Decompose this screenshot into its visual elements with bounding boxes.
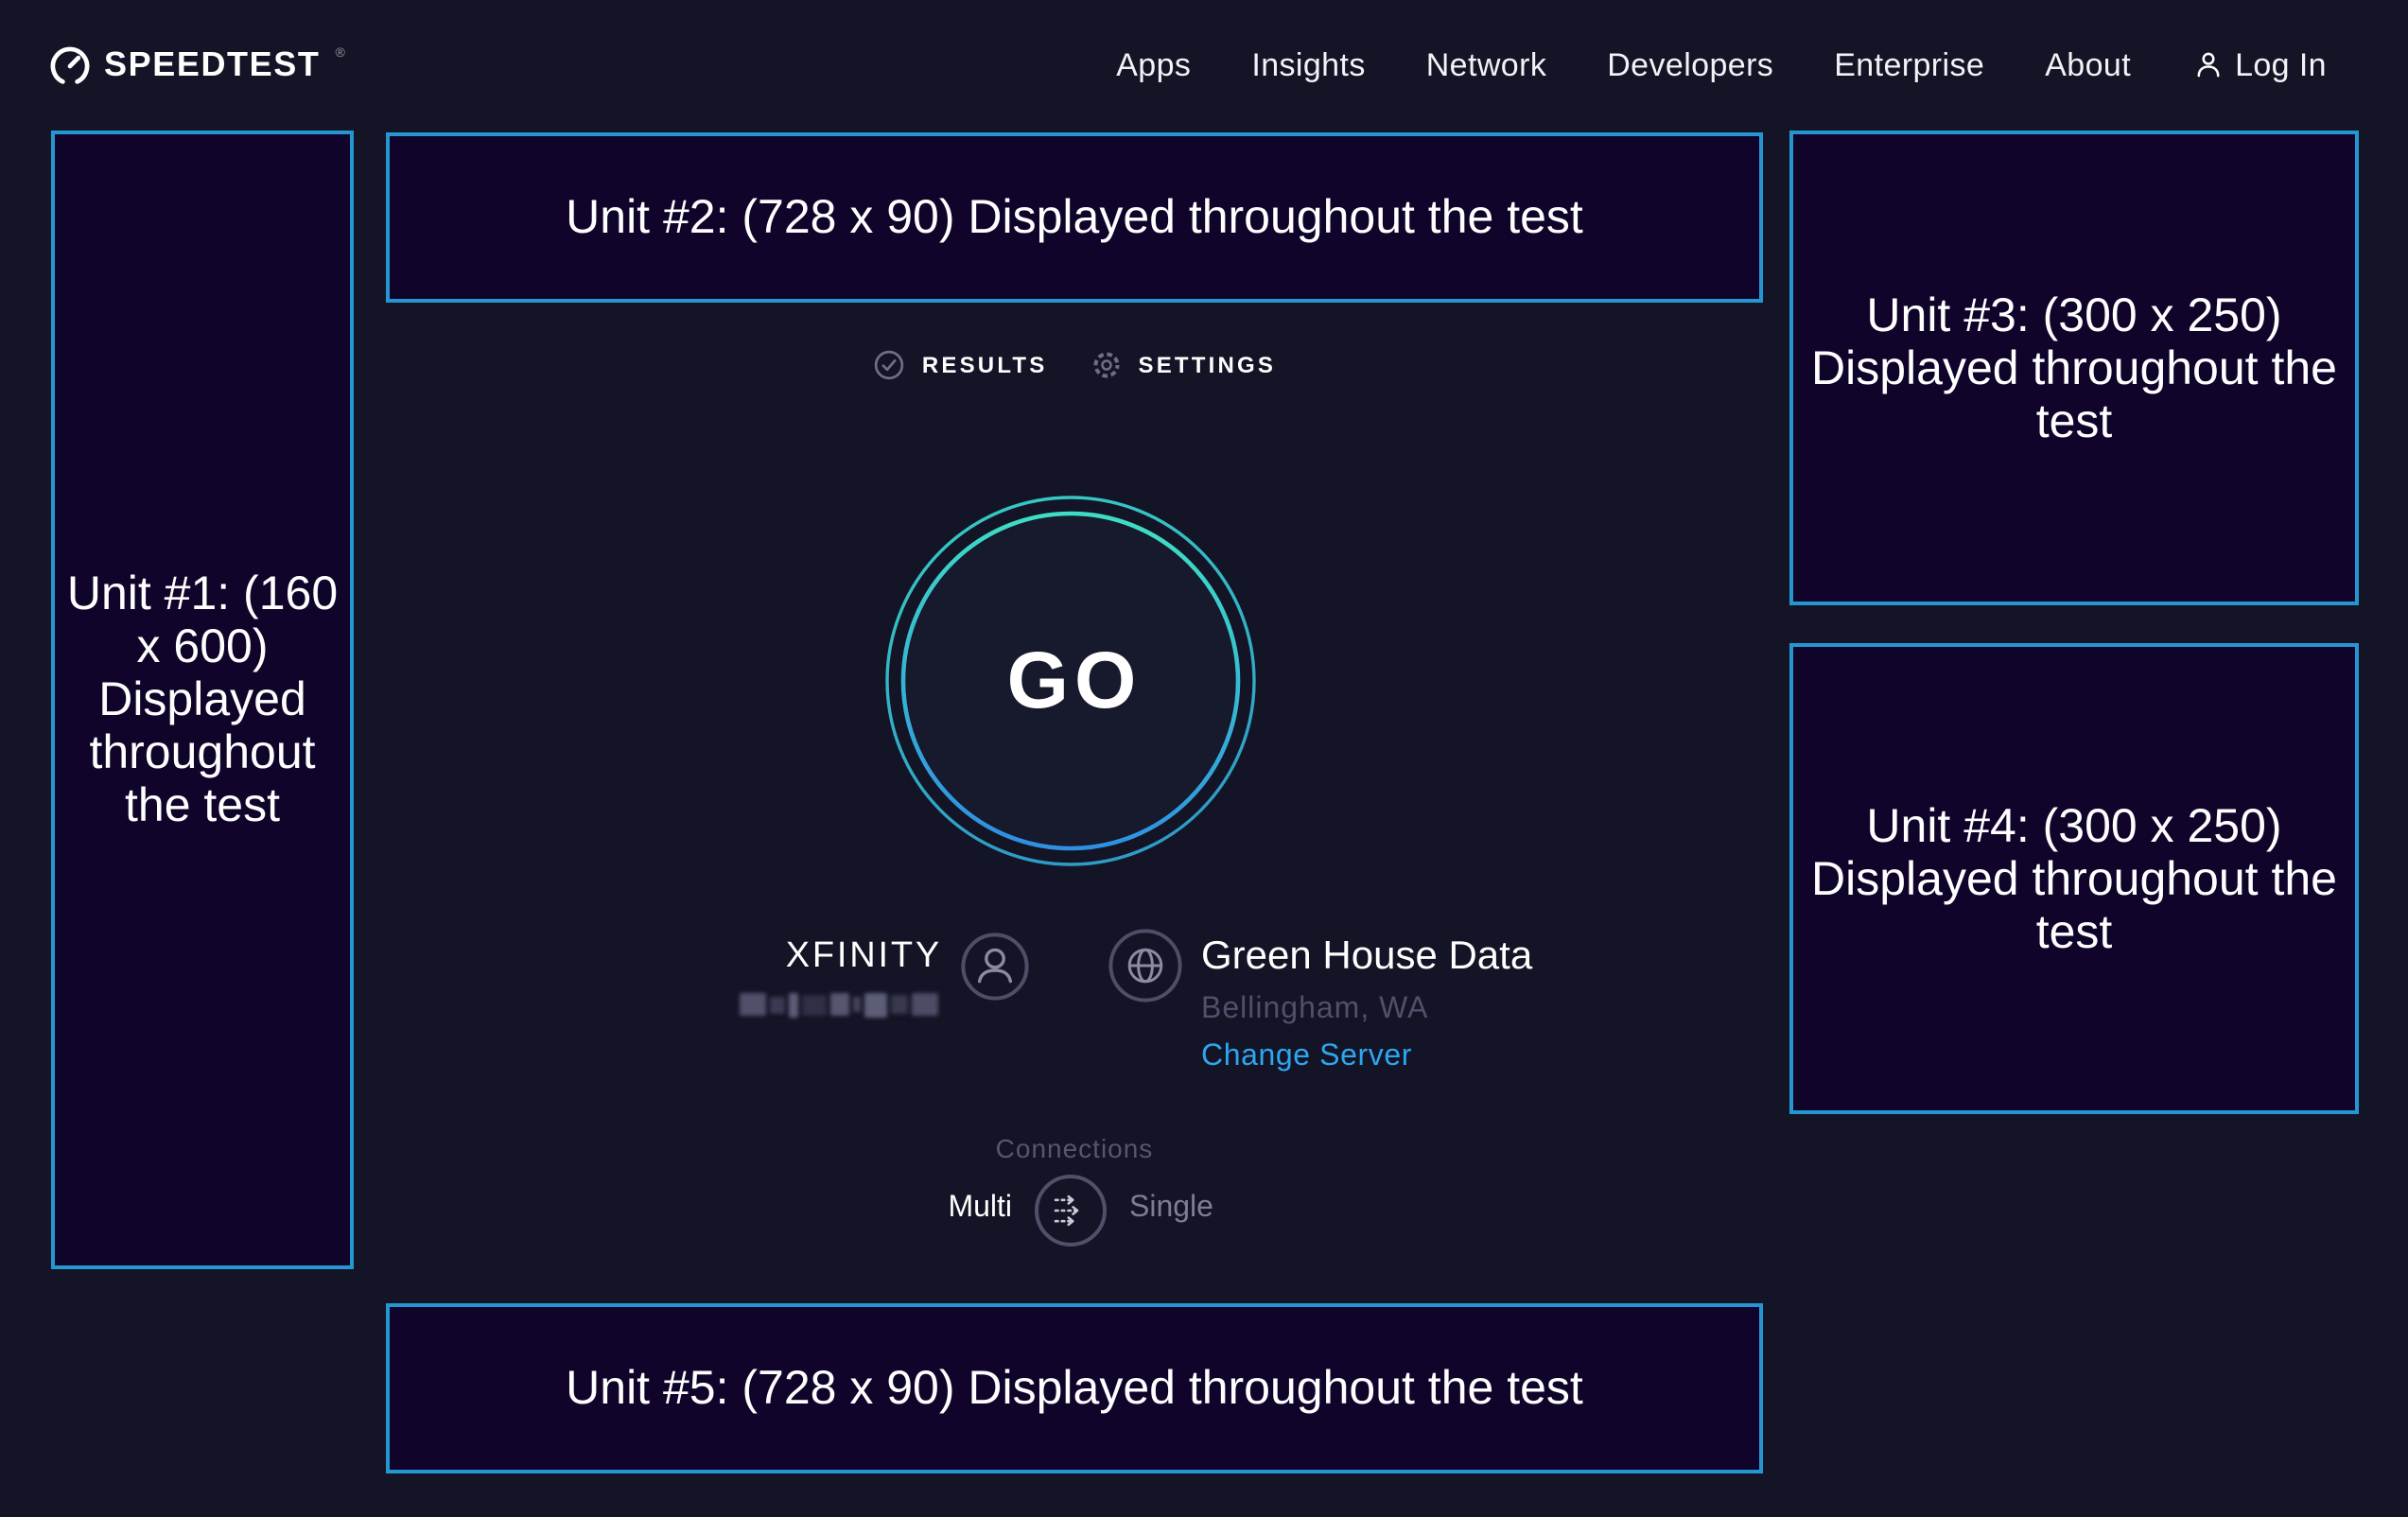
go-label: GO (881, 492, 1260, 870)
ad-unit-1[interactable]: Unit #1: (160 x 600) Displayed throughou… (51, 131, 354, 1269)
globe-icon (1108, 929, 1182, 1012)
provider-name: XFINITY (643, 936, 942, 978)
nav-item-apps[interactable]: Apps (1116, 46, 1191, 84)
logo-trademark: ® (335, 47, 344, 61)
connections-label: Connections (386, 1133, 1763, 1163)
nav-item-about[interactable]: About (2045, 46, 2131, 84)
connection-toggle[interactable] (1035, 1175, 1107, 1247)
nav-item-network[interactable]: Network (1426, 46, 1547, 84)
gear-icon (1090, 348, 1124, 382)
nav-item-insights[interactable]: Insights (1251, 46, 1365, 84)
ad-unit-3[interactable]: Unit #3: (300 x 250) Displayed throughou… (1789, 131, 2359, 605)
server-location: Bellingham, WA (1201, 993, 1428, 1027)
speedtest-page: SPEEDTEST ® Apps Insights Network Develo… (0, 0, 2408, 1517)
tab-bar: RESULTS SETTINGS (386, 348, 1763, 382)
ad-unit-2-label: Unit #2: (728 x 90) Displayed throughout… (562, 191, 1587, 244)
go-button[interactable]: GO (881, 492, 1260, 870)
tab-settings[interactable]: SETTINGS (1090, 348, 1277, 382)
check-circle-icon (873, 348, 907, 382)
multi-connection-icon (1048, 1188, 1093, 1233)
tab-results[interactable]: RESULTS (873, 348, 1048, 382)
ad-unit-4-label: Unit #4: (300 x 250) Displayed throughou… (1793, 799, 2355, 958)
speedtest-logo[interactable]: SPEEDTEST ® (49, 44, 345, 86)
person-icon (2191, 49, 2224, 81)
ad-unit-5-label: Unit #5: (728 x 90) Displayed throughout… (562, 1362, 1587, 1415)
change-server-link[interactable]: Change Server (1201, 1040, 1412, 1074)
nav-menu: Apps Insights Network Developers Enterpr… (1116, 46, 2327, 84)
tab-results-label: RESULTS (922, 352, 1048, 378)
nav-item-login[interactable]: Log In (2191, 46, 2327, 84)
top-nav: SPEEDTEST ® Apps Insights Network Develo… (0, 0, 2408, 131)
ad-unit-4[interactable]: Unit #4: (300 x 250) Displayed throughou… (1789, 643, 2359, 1114)
user-circle-icon (961, 933, 1029, 1010)
ad-unit-2[interactable]: Unit #2: (728 x 90) Displayed throughout… (386, 132, 1763, 303)
ad-unit-3-label: Unit #3: (300 x 250) Displayed throughou… (1793, 288, 2355, 447)
login-label: Log In (2235, 46, 2327, 84)
nav-item-developers[interactable]: Developers (1607, 46, 1773, 84)
server-name: Green House Data (1201, 934, 1532, 980)
logo-wordmark: SPEEDTEST (104, 45, 320, 85)
connection-mode-multi[interactable]: Multi (794, 1192, 1012, 1226)
nav-item-enterprise[interactable]: Enterprise (1834, 46, 1984, 84)
speedtest-gauge-icon (49, 44, 91, 86)
connection-mode-single[interactable]: Single (1129, 1192, 1213, 1226)
provider-ip-redacted (740, 991, 942, 1018)
tab-settings-label: SETTINGS (1139, 352, 1277, 378)
ad-unit-5[interactable]: Unit #5: (728 x 90) Displayed throughout… (386, 1303, 1763, 1473)
ad-unit-1-label: Unit #1: (160 x 600) Displayed throughou… (55, 567, 350, 832)
